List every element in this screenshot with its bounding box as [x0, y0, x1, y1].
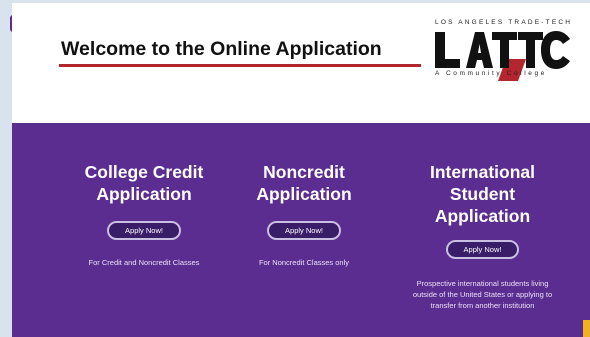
- title-line: Application: [434, 206, 531, 226]
- page-header: Welcome to the Online Application LOS AN…: [12, 3, 590, 123]
- applications-panel: College Credit Application Apply Now! Fo…: [12, 123, 590, 337]
- title-line: Application: [96, 184, 192, 204]
- description-line: outside of the United States or applying…: [412, 290, 553, 299]
- description-line: Prospective international students livin…: [416, 279, 549, 288]
- application-description: For Noncredit Classes only: [258, 258, 350, 267]
- title-underline: [59, 64, 421, 67]
- application-title: College Credit Application: [64, 161, 224, 205]
- title-line: Noncredit: [263, 162, 345, 182]
- college-credit-application: College Credit Application Apply Now! Fo…: [64, 161, 224, 268]
- title-line: Application: [256, 184, 352, 204]
- page-title: Welcome to the Online Application: [61, 38, 382, 60]
- noncredit-application: Noncredit Application Apply Now! For Non…: [234, 161, 374, 268]
- title-line: Student: [449, 184, 516, 204]
- left-border: [0, 0, 12, 337]
- application-description: Prospective international students livin…: [400, 278, 565, 311]
- application-title: International Student Application: [400, 161, 565, 227]
- international-student-application: International Student Application Apply …: [400, 161, 565, 311]
- application-description: For Credit and Noncredit Classes: [88, 258, 200, 267]
- title-line: College Credit: [84, 162, 204, 182]
- description-line: transfer from another institution: [430, 301, 535, 310]
- apply-now-button[interactable]: Apply Now!: [267, 221, 341, 240]
- title-line: International: [429, 162, 535, 182]
- logo-bottom-text: A Community College: [435, 70, 547, 77]
- apply-now-button[interactable]: Apply Now!: [445, 240, 520, 259]
- corner-tab[interactable]: [583, 320, 590, 337]
- lattc-logo[interactable]: LOS ANGELES TRADE-TECH A Community Colle…: [422, 19, 572, 81]
- apply-now-button[interactable]: Apply Now!: [107, 221, 181, 240]
- application-title: Noncredit Application: [234, 161, 374, 205]
